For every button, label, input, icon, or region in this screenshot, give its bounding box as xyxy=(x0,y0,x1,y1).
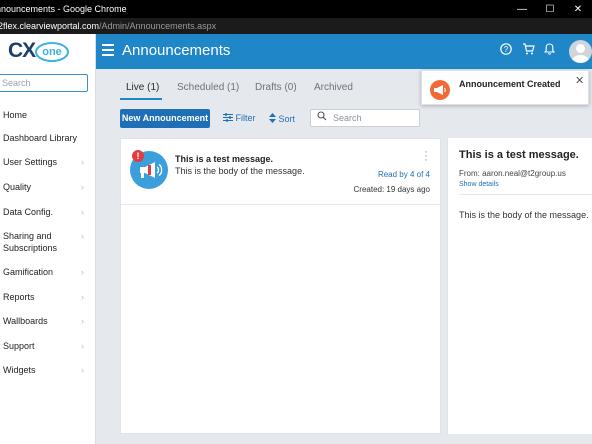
close-window-button[interactable]: ✕ xyxy=(564,0,592,18)
sidebar-item-label: Gamification xyxy=(3,267,54,277)
sidebar-item-dashboard-library[interactable]: Dashboard Library xyxy=(0,132,96,144)
detail-title: This is a test message. xyxy=(459,149,579,161)
megaphone-icon xyxy=(430,80,450,100)
sidebar-item-label: Widgets xyxy=(3,365,36,375)
url-host: l2flex.clearviewportal.com xyxy=(0,21,100,31)
window-titlebar: nnouncements - Google Chrome — ☐ ✕ xyxy=(0,0,592,18)
cart-icon[interactable] xyxy=(522,43,535,58)
detail-from: From: aaron.neal@t2group.us xyxy=(459,169,566,178)
announcement-detail-panel: This is a test message. From: aaron.neal… xyxy=(447,138,592,434)
sidebar-item-user-settings[interactable]: User Settings › xyxy=(0,156,96,168)
detail-body: This is the body of the message. xyxy=(459,210,589,220)
avatar[interactable] xyxy=(569,40,592,63)
read-count-link[interactable]: Read by 4 of 4 xyxy=(378,170,430,179)
list-item[interactable]: ! This is a test message. This is the bo… xyxy=(121,139,440,205)
filter-icon xyxy=(223,113,233,122)
chevron-right-icon: › xyxy=(81,157,84,167)
cx-one-logo[interactable]: CX one xyxy=(8,39,69,65)
page-bottom xyxy=(96,434,592,444)
sidebar-item-label: Reports xyxy=(3,292,35,302)
logo-one: one xyxy=(35,42,69,62)
minimize-button[interactable]: — xyxy=(508,0,536,18)
sidebar-item-label: Support xyxy=(3,341,35,351)
help-icon[interactable]: ? xyxy=(500,43,512,58)
tab-archived[interactable]: Archived xyxy=(314,82,353,93)
url-path: /Admin/Announcements.aspx xyxy=(99,21,217,31)
address-bar[interactable]: l2flex.clearviewportal.com/Admin/Announc… xyxy=(0,18,592,34)
search-icon xyxy=(317,110,327,126)
chevron-right-icon: › xyxy=(81,231,84,241)
maximize-button[interactable]: ☐ xyxy=(536,0,564,18)
sidebar-item-home[interactable]: Home xyxy=(0,109,96,121)
svg-text:?: ? xyxy=(504,45,509,54)
chevron-right-icon: › xyxy=(81,292,84,302)
close-icon[interactable]: ✕ xyxy=(575,74,584,87)
sidebar-item-label: User Settings xyxy=(3,157,58,167)
announcement-created-toast: Announcement Created ✕ xyxy=(421,70,589,105)
toast-message: Announcement Created xyxy=(459,79,561,89)
filter-button[interactable]: Filter xyxy=(223,113,256,123)
tab-drafts[interactable]: Drafts (0) xyxy=(255,82,297,93)
chevron-right-icon: › xyxy=(81,207,84,217)
sidebar-item-label: Wallboards xyxy=(3,316,48,326)
sidebar-item-label: Quality xyxy=(3,182,32,192)
sidebar: CX one Search Home Dashboard Library Use… xyxy=(0,34,96,444)
menu-icon[interactable] xyxy=(102,44,114,56)
chevron-right-icon: › xyxy=(81,316,84,326)
search-placeholder: Search xyxy=(333,113,362,123)
sidebar-item-wallboards[interactable]: Wallboards › xyxy=(0,315,96,327)
announcement-body: This is the body of the message. xyxy=(175,166,305,176)
logo-cx: CX xyxy=(8,39,36,62)
window-title: nnouncements - Google Chrome xyxy=(0,4,127,14)
sort-label: Sort xyxy=(278,114,296,124)
sidebar-item-sharing-subscriptions[interactable]: Sharing and Subscriptions › xyxy=(0,230,84,254)
divider xyxy=(459,194,592,195)
sidebar-item-widgets[interactable]: Widgets › xyxy=(0,364,96,376)
filter-label: Filter xyxy=(235,113,256,123)
announcement-list: ! This is a test message. This is the bo… xyxy=(120,138,441,434)
app-header: Announcements ? xyxy=(96,34,592,69)
page-title: Announcements xyxy=(122,42,231,59)
sidebar-item-label: Sharing and Subscriptions xyxy=(3,231,58,253)
sidebar-item-label: Data Config. xyxy=(3,207,54,217)
announcement-title: This is a test message. xyxy=(175,154,274,164)
sidebar-item-quality[interactable]: Quality › xyxy=(0,181,96,193)
more-options-icon[interactable]: · · · xyxy=(423,147,429,166)
sidebar-item-support[interactable]: Support › xyxy=(0,340,96,352)
announcement-search-input[interactable]: Search xyxy=(310,109,420,127)
chevron-right-icon: › xyxy=(81,365,84,375)
new-announcement-button[interactable]: New Announcement xyxy=(120,109,210,128)
created-time: Created: 19 days ago xyxy=(353,185,431,194)
sidebar-item-data-config[interactable]: Data Config. › xyxy=(0,206,96,218)
sidebar-search-input[interactable]: Search xyxy=(0,74,88,92)
chevron-right-icon: › xyxy=(81,182,84,192)
sort-icon xyxy=(269,113,276,123)
sidebar-item-gamification[interactable]: Gamification › xyxy=(0,266,96,278)
sort-button[interactable]: Sort xyxy=(269,113,295,124)
alert-badge: ! xyxy=(132,150,144,162)
tab-live[interactable]: Live (1) xyxy=(126,82,159,93)
sidebar-item-label: Home xyxy=(3,110,28,120)
chevron-right-icon: › xyxy=(81,341,84,351)
chevron-right-icon: › xyxy=(81,267,84,277)
sidebar-item-reports[interactable]: Reports › xyxy=(0,291,96,303)
sidebar-item-label: Dashboard Library xyxy=(3,133,78,143)
active-tab-indicator xyxy=(120,98,162,100)
window-controls: — ☐ ✕ xyxy=(508,0,592,18)
show-details-link[interactable]: Show details xyxy=(459,181,499,188)
bell-icon[interactable] xyxy=(543,43,556,58)
tab-scheduled[interactable]: Scheduled (1) xyxy=(177,82,239,93)
